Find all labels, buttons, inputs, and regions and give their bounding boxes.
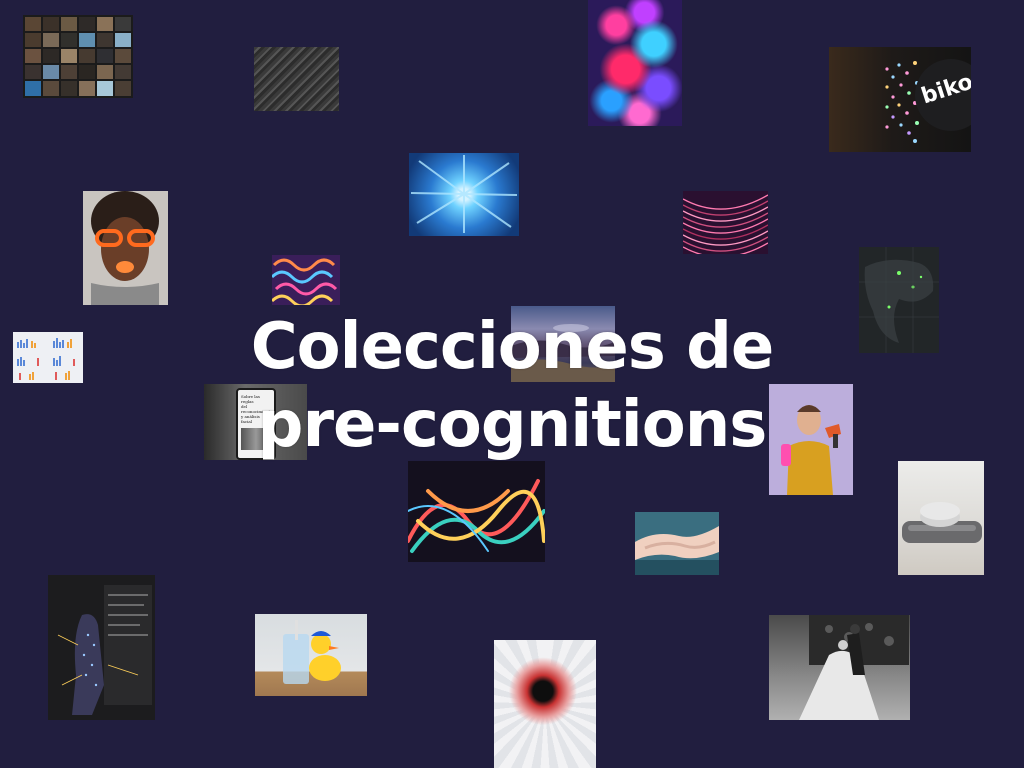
woman-orange-glasses-thumb[interactable]	[83, 191, 168, 305]
dancing-couple-bw-thumb[interactable]	[769, 615, 910, 720]
ribbons-image	[408, 479, 545, 553]
biko-led-logo-thumb[interactable]: biko	[829, 47, 971, 152]
projection-image	[48, 575, 155, 720]
hands-holding-thumb[interactable]	[635, 512, 719, 575]
speaker-image	[902, 502, 982, 543]
blue-burst-thumb[interactable]	[409, 153, 519, 236]
burst-rays-image	[410, 155, 518, 233]
hands-image	[635, 512, 719, 575]
swirl-pattern-thumb[interactable]	[272, 255, 340, 305]
pink-wave-lines-thumb[interactable]	[683, 191, 768, 254]
projection-person-thumb[interactable]	[48, 575, 155, 720]
conference-collage-thumb[interactable]	[23, 15, 133, 98]
conference-collage-image	[23, 15, 133, 98]
wave-lines-image	[683, 194, 768, 254]
page-title: Colecciones de pre-cognitions	[0, 308, 1024, 464]
portrait-image	[83, 191, 168, 305]
swirl-image	[272, 258, 338, 305]
red-hole-texture-thumb[interactable]	[494, 640, 596, 768]
duck-cup-image	[283, 620, 341, 684]
smart-speaker-thumb[interactable]	[898, 461, 984, 575]
colorful-bokeh-thumb[interactable]	[588, 0, 682, 126]
rubber-duck-cup-thumb[interactable]	[255, 614, 367, 696]
abstract-ribbons-thumb[interactable]	[408, 461, 545, 562]
page-title-line-2: pre-cognitions	[257, 388, 768, 462]
page-title-line-1: Colecciones de	[250, 310, 775, 384]
dancing-couple-image	[799, 615, 909, 720]
diagonal-lines-texture-thumb[interactable]	[254, 47, 339, 111]
